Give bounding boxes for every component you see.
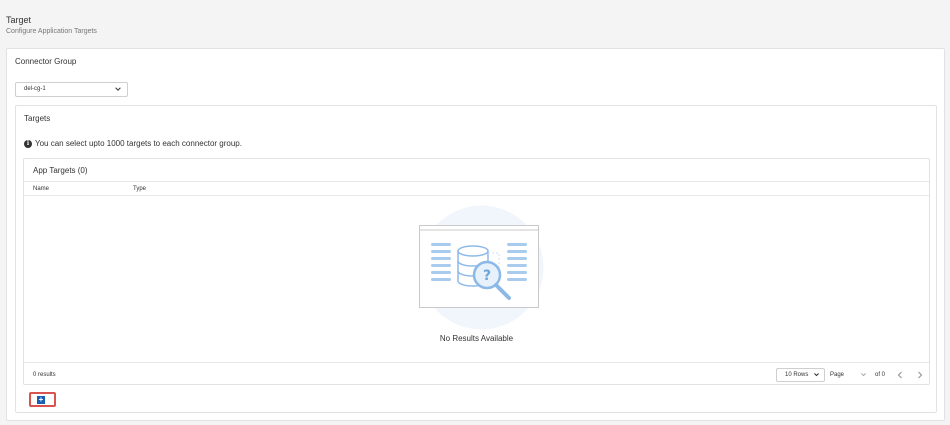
targets-card: Targets i You can select upto 1000 targe…: [15, 105, 937, 413]
page-subtitle: Configure Application Targets: [6, 28, 97, 35]
chevron-left-icon[interactable]: [894, 368, 906, 382]
targets-info: i You can select upto 1000 targets to ea…: [24, 139, 242, 148]
empty-state-text: No Results Available: [439, 334, 514, 343]
rows-per-page-value: 10 Rows: [785, 372, 809, 378]
chevron-down-icon: [814, 373, 819, 377]
table-title: App Targets (0): [33, 166, 88, 175]
info-icon: i: [24, 139, 32, 148]
connector-group-card: Connector Group del-cg-1 Targets i You c…: [6, 48, 945, 421]
table-footer: 0 results 10 Rows Page of 0: [24, 362, 929, 386]
targets-title: Targets: [24, 114, 51, 123]
chevron-right-icon[interactable]: [914, 368, 926, 382]
page-count-label: of 0: [875, 372, 886, 378]
page-number-select[interactable]: [848, 368, 870, 382]
table-header-row: Name Type: [24, 181, 929, 196]
connector-group-value: del-cg-1: [24, 86, 46, 92]
chevron-down-icon: [115, 87, 121, 91]
column-header-name[interactable]: Name: [33, 186, 49, 192]
connector-group-label: Connector Group: [15, 57, 77, 66]
database-search-illustration: ?: [419, 205, 544, 330]
svg-text:?: ?: [483, 268, 491, 284]
column-header-type[interactable]: Type: [133, 186, 146, 192]
connector-group-select[interactable]: del-cg-1: [15, 82, 128, 97]
plus-square-icon: +: [37, 395, 45, 404]
targets-info-text: You can select upto 1000 targets to each…: [35, 139, 242, 148]
rows-per-page-select[interactable]: 10 Rows: [776, 368, 825, 382]
app-targets-table: App Targets (0) Name Type ? No Results A…: [23, 158, 930, 385]
add-target-button[interactable]: +: [29, 392, 56, 407]
page-header: Target Configure Application Targets: [6, 14, 97, 37]
results-count: 0 results: [33, 372, 56, 378]
chevron-down-icon: [861, 373, 866, 377]
empty-state: ? No Results Available: [24, 196, 929, 361]
page-label: Page: [830, 372, 845, 378]
page-title: Target: [6, 15, 32, 25]
